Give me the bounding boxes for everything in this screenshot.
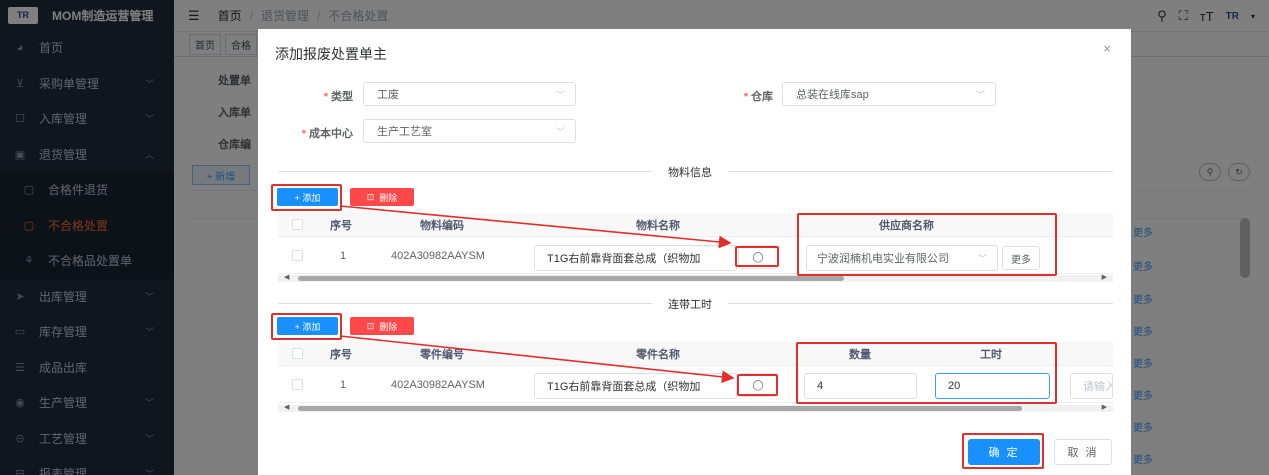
required-mark: * <box>301 128 306 140</box>
header-part-name: 零件名称 <box>636 348 680 361</box>
dialog-title: 添加报废处置单主 <box>275 46 387 62</box>
page-scrollbar[interactable] <box>1240 218 1250 278</box>
chevron-down-icon: ﹀ <box>555 89 565 100</box>
material-hscrollbar[interactable]: ◀ ▶ <box>278 273 1113 282</box>
chevron-down-icon: ﹀ <box>555 126 565 137</box>
row-index: 1 <box>340 378 347 391</box>
supplier-select[interactable]: 宁波润楠机电实业有限公司 ﹀ <box>806 245 998 271</box>
cost-center-label-text: 成本中心 <box>309 128 353 140</box>
chevron-down-icon: ﹀ <box>975 89 985 100</box>
labor-add-button[interactable]: + 添加 <box>277 317 338 335</box>
header-quantity: 数量 <box>849 348 871 361</box>
material-name-input[interactable]: T1G右前靠背面套总成（织物加 <box>534 245 737 271</box>
chevron-down-icon: ﹀ <box>977 253 987 264</box>
row-check-cell <box>292 367 303 402</box>
labor-table-header: 序号 零件编号 零件名称 数量 工时 <box>278 342 1113 366</box>
confirm-button[interactable]: 确 定 <box>968 439 1040 465</box>
row-checkbox[interactable] <box>292 250 303 261</box>
header-index: 序号 <box>330 219 352 232</box>
scroll-left-icon[interactable]: ◀ <box>284 403 289 411</box>
row-check-cell <box>292 238 303 273</box>
material-delete-label: 删除 <box>379 192 398 203</box>
scroll-thumb[interactable] <box>298 406 1022 411</box>
cost-center-select-value: 生产工艺室 <box>377 126 432 138</box>
labor-section-title: 连带工时 <box>652 296 728 312</box>
row-material-code: 402A30982AAYSM <box>391 249 485 262</box>
scroll-right-icon[interactable]: ▶ <box>1102 403 1107 411</box>
labor-delete-button[interactable]: ⊡ 删除 <box>350 317 414 335</box>
required-mark: * <box>323 91 328 103</box>
header-index: 序号 <box>330 348 352 361</box>
scroll-thumb[interactable] <box>298 276 844 281</box>
extra-input[interactable]: 请输入 <box>1070 373 1113 399</box>
cost-center-label: * 成本中心 <box>278 125 353 141</box>
warehouse-select-value: 总装在线库sap <box>796 89 869 101</box>
select-all-checkbox[interactable] <box>292 219 303 230</box>
warehouse-label: * 仓库 <box>718 88 773 104</box>
close-icon[interactable]: × <box>1103 41 1111 56</box>
row-index: 1 <box>340 249 347 262</box>
part-search-button[interactable]: ◯ <box>738 373 778 397</box>
warehouse-select[interactable]: 总装在线库sap ﹀ <box>782 82 996 106</box>
material-section-title: 物料信息 <box>652 164 728 180</box>
supplier-more-button[interactable]: 更多 <box>1002 246 1040 270</box>
quantity-input[interactable]: 4 <box>804 373 917 399</box>
scroll-left-icon[interactable]: ◀ <box>284 273 289 281</box>
search-icon: ◯ <box>752 251 764 263</box>
trash-icon: ⊡ <box>366 320 375 331</box>
search-icon: ◯ <box>752 379 764 391</box>
material-table-header: 序号 物料编码 物料名称 供应商名称 <box>278 213 1113 237</box>
row-checkbox[interactable] <box>292 379 303 390</box>
part-name-input[interactable]: T1G右前靠背面套总成（织物加 <box>534 373 737 399</box>
select-all-cell <box>292 342 303 365</box>
labor-hscrollbar[interactable]: ◀ ▶ <box>278 403 1113 412</box>
header-part-code: 零件编号 <box>420 348 464 361</box>
header-hours: 工时 <box>980 348 1002 361</box>
row-part-code: 402A30982AAYSM <box>391 378 485 391</box>
hours-input[interactable]: 20 <box>935 373 1050 399</box>
trash-icon: ⊡ <box>366 191 375 202</box>
header-supplier: 供应商名称 <box>879 219 934 232</box>
type-label-text: 类型 <box>331 91 353 103</box>
scroll-right-icon[interactable]: ▶ <box>1102 273 1107 281</box>
type-label: * 类型 <box>298 88 353 104</box>
header-material-name: 物料名称 <box>636 219 680 232</box>
select-all-checkbox[interactable] <box>292 348 303 359</box>
labor-delete-label: 删除 <box>379 321 398 332</box>
supplier-select-value: 宁波润楠机电实业有限公司 <box>817 253 949 265</box>
scrap-dialog: 添加报废处置单主 × * 类型 工废 ﹀ * 仓库 总装在线库sap ﹀ * 成本中心 生… <box>258 29 1131 475</box>
warehouse-label-text: 仓库 <box>751 91 773 103</box>
select-all-cell <box>292 213 303 236</box>
cost-center-select[interactable]: 生产工艺室 ﹀ <box>363 119 576 143</box>
required-mark: * <box>743 91 748 103</box>
cancel-button[interactable]: 取 消 <box>1054 439 1112 465</box>
material-search-button[interactable]: ◯ <box>738 245 778 269</box>
material-add-button[interactable]: + 添加 <box>277 188 338 206</box>
material-delete-button[interactable]: ⊡ 删除 <box>350 188 414 206</box>
type-select[interactable]: 工废 ﹀ <box>363 82 576 106</box>
header-material-code: 物料编码 <box>420 219 464 232</box>
type-select-value: 工废 <box>377 89 399 101</box>
